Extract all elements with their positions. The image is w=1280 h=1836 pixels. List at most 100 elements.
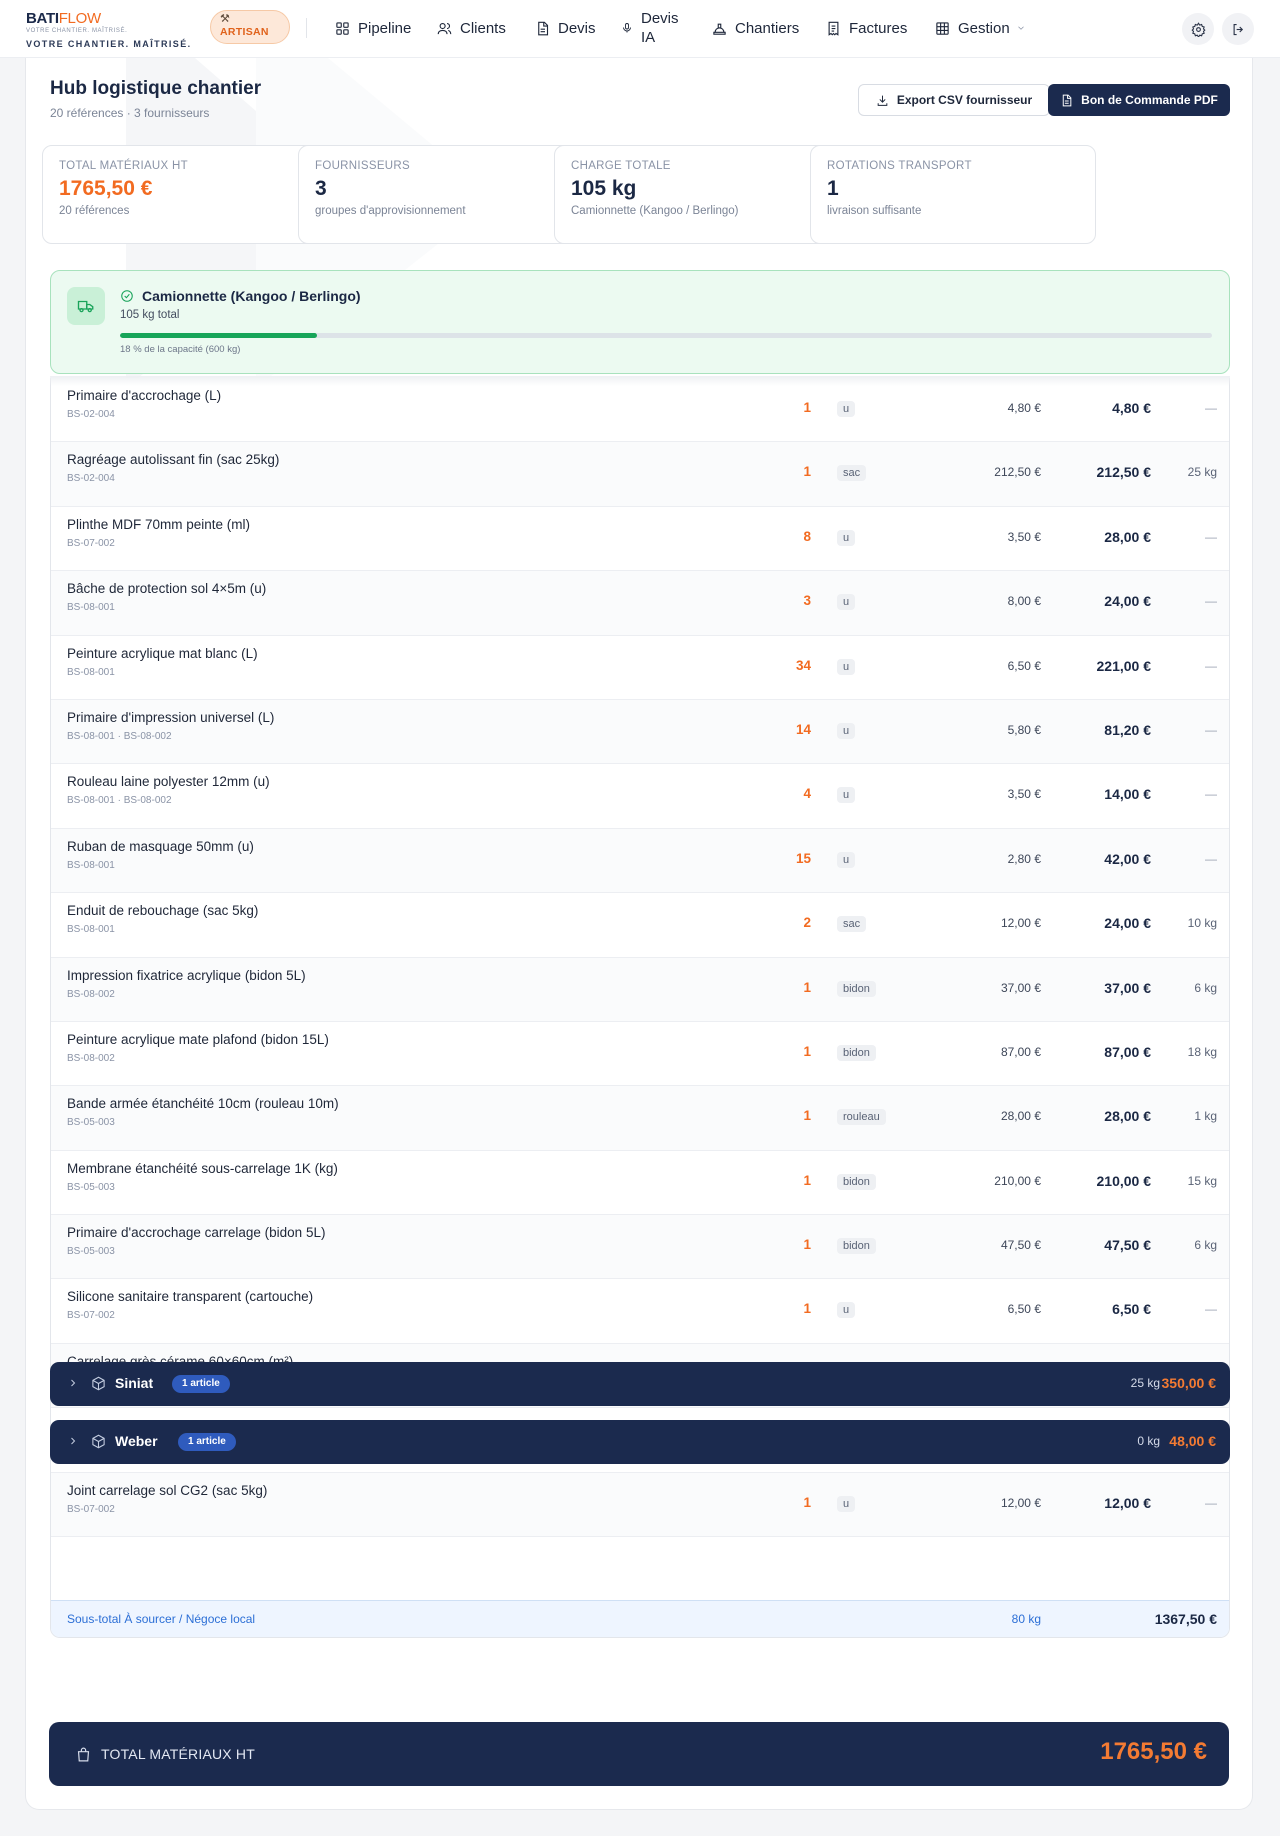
logout-button[interactable] xyxy=(1222,13,1254,45)
material-line-total: 28,00 € xyxy=(1104,1108,1151,1125)
download-icon xyxy=(877,95,888,106)
table-row: Membrane étanchéité sous-carrelage 1K (k… xyxy=(51,1151,1229,1216)
material-quantity: 1 xyxy=(803,1108,811,1124)
capacity-progress-fill xyxy=(120,333,317,338)
supplier-group-weber[interactable]: Weber 1 article 0 kg 48,00 € xyxy=(50,1420,1230,1464)
material-name: Bande armée étanchéité 10cm (rouleau 10m… xyxy=(67,1096,339,1112)
stat-label: FOURNISSEURS xyxy=(315,160,410,172)
material-weight: — xyxy=(1205,722,1217,737)
material-unit-price: 8,00 € xyxy=(1007,594,1041,609)
material-weight: 18 kg xyxy=(1187,1044,1217,1059)
supplier-article-count-badge: 1 article xyxy=(172,1375,230,1393)
material-line-total: 212,50 € xyxy=(1096,464,1152,481)
material-name: Primaire d'impression universel (L) xyxy=(67,709,275,725)
material-quantity: 1 xyxy=(803,1301,811,1317)
nav-divider xyxy=(306,18,307,38)
table-row: Bâche de protection sol 4×5m (u) BS-08-00… xyxy=(51,571,1229,636)
table-row: Ruban de masquage 50mm (u) BS-08-001 15 u 2,… xyxy=(51,828,1229,894)
material-unit-badge: u xyxy=(837,787,856,804)
table-row: Ragréage autolissant fin (sac 25kg) BS-02… xyxy=(51,442,1229,507)
transport-capacity-panel: Camionnette (Kangoo / Berlingo) 105 kg t… xyxy=(50,270,1230,374)
hardhat-icon xyxy=(713,23,726,35)
stat-subtext: Camionnette (Kangoo / Berlingo) xyxy=(571,205,739,217)
purchase-order-pdf-button[interactable]: Bon de Commande PDF xyxy=(1048,84,1230,116)
nav-item-label: Chantiers xyxy=(735,19,800,37)
document-icon xyxy=(538,21,549,35)
material-unit-badge: u xyxy=(837,529,856,546)
nav-item-label: Gestion xyxy=(958,19,1010,37)
material-line-total: 81,20 € xyxy=(1104,721,1151,738)
capacity-progress-bar xyxy=(120,333,1212,338)
nav-item-clients[interactable]: Clients xyxy=(437,0,506,56)
material-reference: BS-05-003 xyxy=(67,1246,115,1258)
truck-icon-box xyxy=(67,287,105,325)
material-unit-price: 3,50 € xyxy=(1007,529,1041,544)
shopping-bag-icon xyxy=(77,1747,90,1762)
material-unit-price: 6,50 € xyxy=(1007,1302,1041,1317)
material-unit-badge: u xyxy=(837,1302,856,1319)
nav-item-devis[interactable]: Devis xyxy=(535,0,596,56)
material-weight: — xyxy=(1205,529,1217,544)
subtotal-weight: 80 kg xyxy=(1011,1612,1041,1626)
users-icon xyxy=(437,22,452,34)
material-unit-price: 3,50 € xyxy=(1007,787,1041,802)
material-name: Ragréage autolissant fin (sac 25kg) xyxy=(67,452,280,468)
stat-label: TOTAL MATÉRIAUX HT xyxy=(59,160,188,172)
microphone-icon xyxy=(623,23,631,33)
table-row: Peinture acrylique mat blanc (L) BS-08-00… xyxy=(51,636,1229,700)
material-line-total: 4,80 € xyxy=(1112,400,1151,416)
material-reference: BS-08-001 · BS-08-002 xyxy=(67,730,172,742)
table-row: Peinture acrylique mate plafond (bidon 1… xyxy=(51,1022,1229,1087)
stat-card-suppliers: FOURNISSEURS 3 groupes d'approvisionneme… xyxy=(298,145,584,244)
vehicle-weight: 105 kg total xyxy=(120,309,180,321)
purchase-order-pdf-label: Bon de Commande PDF xyxy=(1081,93,1218,107)
material-name: Plinthe MDF 70mm peinte (ml) xyxy=(67,516,251,532)
nav-item-chantiers[interactable]: Chantiers xyxy=(712,0,799,56)
file-text-icon xyxy=(1062,94,1072,106)
material-quantity: 4 xyxy=(803,786,811,802)
material-reference: BS-08-001 xyxy=(67,666,115,678)
material-unit-badge: rouleau xyxy=(837,1109,886,1126)
supplier-name: Weber xyxy=(115,1433,158,1449)
grid-icon xyxy=(336,21,349,35)
supplier-article-count-badge: 1 article xyxy=(178,1433,236,1451)
brand-logo[interactable]: BATIFLOW VOTRE CHANTIER. MAÎTRISÉ. VOTRE… xyxy=(26,10,196,49)
material-weight: — xyxy=(1205,1302,1217,1317)
material-unit-price: 2,80 € xyxy=(1007,851,1041,866)
material-line-total: 42,00 € xyxy=(1104,850,1151,867)
nav-item-factures[interactable]: Factures xyxy=(826,0,907,56)
stat-label: CHARGE TOTALE xyxy=(571,160,671,172)
material-reference: BS-07-002 xyxy=(67,1503,115,1515)
material-unit-price: 212,50 € xyxy=(994,465,1041,480)
material-unit-badge: u xyxy=(837,594,856,611)
nav-item-gestion[interactable]: Gestion xyxy=(935,0,1026,56)
material-weight: — xyxy=(1205,594,1217,609)
export-csv-button[interactable]: Export CSV fournisseur xyxy=(858,84,1050,116)
nav-item-devis-ia[interactable]: Devis IA xyxy=(621,0,679,56)
material-name: Joint carrelage sol CG2 (sac 5kg) xyxy=(67,1482,268,1498)
scroll-shadow xyxy=(50,376,1230,386)
material-line-total: 24,00 € xyxy=(1104,915,1151,932)
nav-item-pipeline[interactable]: Pipeline xyxy=(335,0,411,56)
material-quantity: 15 xyxy=(795,850,811,866)
material-unit-price: 210,00 € xyxy=(994,1173,1041,1188)
material-line-total: 221,00 € xyxy=(1096,657,1152,674)
material-reference: BS-07-002 xyxy=(67,537,115,549)
settings-button[interactable] xyxy=(1182,13,1214,45)
material-weight: — xyxy=(1205,1495,1217,1510)
supplier-group-siniat[interactable]: Siniat 1 article 25 kg 350,00 € xyxy=(50,1362,1230,1406)
material-reference: BS-07-002 xyxy=(67,1310,115,1322)
supplier-total: 350,00 € xyxy=(1161,1375,1217,1391)
brand-tagline: VOTRE CHANTIER. MAÎTRISÉ. xyxy=(26,39,192,49)
material-line-total: 6,50 € xyxy=(1112,1301,1151,1318)
material-name: Primaire d'accrochage carrelage (bidon 5… xyxy=(67,1225,326,1241)
material-quantity: 8 xyxy=(803,528,811,544)
material-name: Enduit de rebouchage (sac 5kg) xyxy=(67,903,259,919)
material-quantity: 1 xyxy=(803,1043,811,1059)
subtotal-label: Sous-total À sourcer / Négoce local xyxy=(67,1612,256,1626)
truck-icon xyxy=(77,300,94,313)
table-row: Plinthe MDF 70mm peinte (ml) BS-07-002 8 u 3… xyxy=(51,507,1229,572)
material-unit-badge: u xyxy=(837,1495,856,1512)
material-unit-price: 37,00 € xyxy=(1000,980,1041,995)
package-icon xyxy=(92,1376,105,1391)
